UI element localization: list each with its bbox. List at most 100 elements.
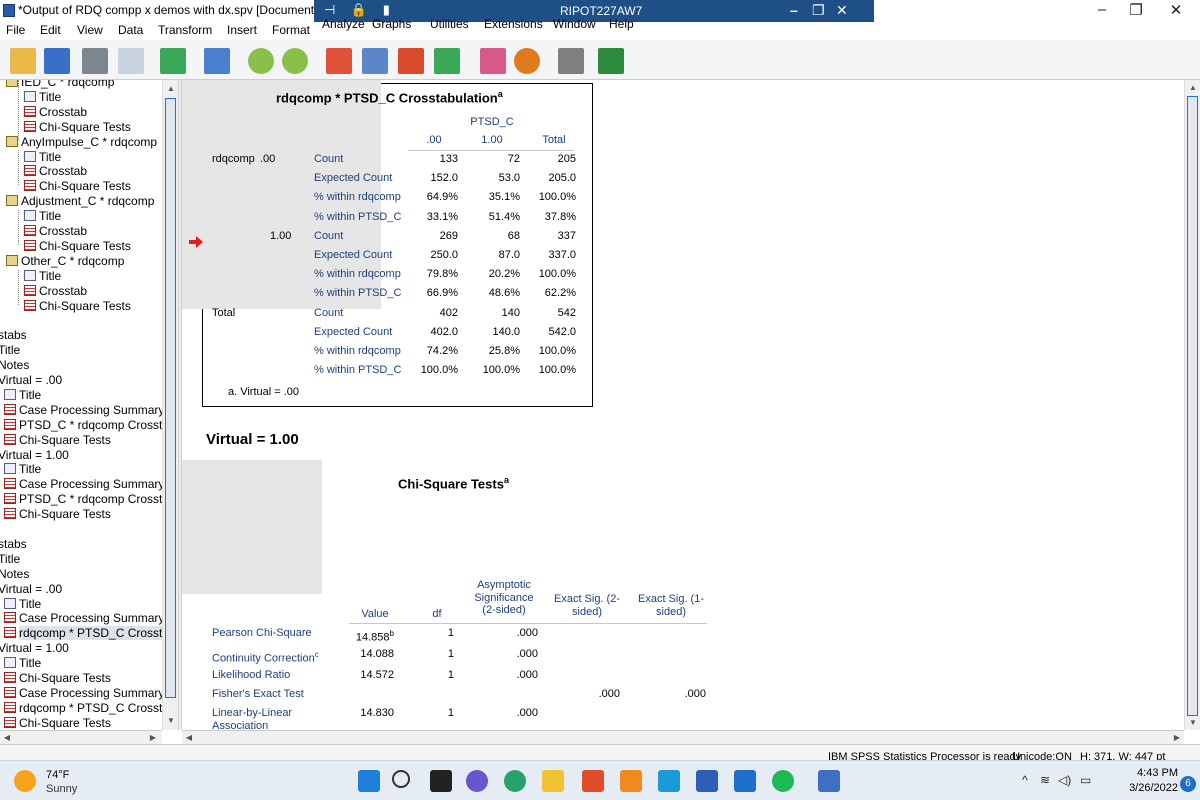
outline-node[interactable]: Crosstab [24,164,87,179]
outline-node[interactable]: Chi-Square Tests [24,120,131,135]
outline-node[interactable]: Chi-Square Tests [24,299,131,314]
notification-badge[interactable]: 6 [1180,776,1196,792]
task-view-icon[interactable] [430,770,452,792]
scroll-down-icon[interactable]: ▼ [164,714,178,728]
outline-node[interactable]: Title [0,552,20,567]
menu-view[interactable]: View [77,23,103,37]
outline-node[interactable]: PTSD_C * rdqcomp Crosstab [4,418,165,433]
file-explorer-icon[interactable] [542,770,564,792]
menu-file[interactable]: File [6,23,25,37]
outline-node[interactable]: Chi-Square Tests [4,671,111,686]
outline-node[interactable]: AnyImpulse_C * rdqcomp [6,135,157,150]
weather-description[interactable]: Sunny [46,783,77,795]
remote-close-icon[interactable]: ✕ [836,2,848,19]
outline-node[interactable]: Crosstab [24,224,87,239]
restore-icon[interactable]: ❐ [1122,1,1150,19]
menu-edit[interactable]: Edit [40,23,61,37]
outline-node[interactable]: rdqcomp * PTSD_C Crosstab [4,626,165,641]
outline-node[interactable]: Virtual = .00 [0,582,62,597]
outline-node[interactable]: PTSD_C * rdqcomp Crosstab [4,492,165,507]
outline-node[interactable]: Notes [0,358,29,373]
outline-scroll-thumb[interactable] [165,98,176,698]
clock-time[interactable]: 4:43 PM [1118,767,1178,779]
outline-node[interactable]: Title [24,150,61,165]
redo-icon[interactable] [282,48,308,74]
menu-window[interactable]: Window [553,17,596,31]
add-icon[interactable] [598,48,624,74]
outline-node[interactable]: stabs [0,537,27,552]
outline-node[interactable]: Case Processing Summary [4,403,164,418]
run-script-icon[interactable] [514,48,540,74]
outline-node[interactable]: Title [24,209,61,224]
volume-icon[interactable]: ◁) [1058,773,1071,787]
outline-scroll-left-icon[interactable]: ◀ [0,731,14,745]
outline-node[interactable]: Title [0,343,20,358]
word-icon[interactable] [696,770,718,792]
remote-bar-icons[interactable]: ⊣ 🔒 ▮ [324,2,396,18]
outline-node[interactable]: Title [4,597,41,612]
menu-transform[interactable]: Transform [158,23,212,37]
goto-case-icon[interactable] [362,48,388,74]
clock-date[interactable]: 3/26/2022 [1110,782,1178,794]
outline-node[interactable]: stabs [0,328,27,343]
remote-restore-icon[interactable]: ❐ [812,2,825,19]
menu-data[interactable]: Data [118,23,143,37]
edge-icon[interactable] [504,770,526,792]
remote-minimize-icon[interactable]: – [790,2,798,18]
goto-data-icon[interactable] [326,48,352,74]
menu-analyze[interactable]: Analyze [322,17,365,31]
outline-node[interactable]: Crosstab [24,105,87,120]
tray-chevron-icon[interactable]: ^ [1022,773,1028,787]
outline-node[interactable]: Title [4,462,41,477]
outline-node[interactable]: Other_C * rdqcomp [6,254,124,269]
menu-help[interactable]: Help [609,17,634,31]
outline-node[interactable]: Title [4,656,41,671]
print-preview-icon[interactable] [118,48,144,74]
scroll-up-icon[interactable]: ▲ [164,82,178,96]
outline-scrollbar[interactable]: ▲ ▼ [162,80,178,730]
outline-node[interactable]: Chi-Square Tests [4,507,111,522]
battery-icon[interactable]: ▭ [1080,773,1091,787]
menu-extensions[interactable]: Extensions [484,17,543,31]
menu-utilities[interactable]: Utilities [430,17,469,31]
goto-variable-icon[interactable] [398,48,424,74]
outline-node[interactable]: Virtual = 1.00 [0,448,69,463]
outline-node[interactable]: Virtual = .00 [0,373,62,388]
variables-icon[interactable] [434,48,460,74]
content-scroll-down-icon[interactable]: ▼ [1186,716,1200,730]
outline-hscrollbar[interactable]: ◀ ▶ [0,730,162,744]
outline-node[interactable]: Adjustment_C * rdqcomp [6,194,154,209]
photos-icon[interactable] [658,770,680,792]
content-scroll-right-icon[interactable]: ▶ [1170,731,1184,745]
outline-node[interactable]: Case Processing Summary [4,611,164,626]
save-icon[interactable] [44,48,70,74]
content-scroll-thumb[interactable] [1187,96,1198,716]
outline-node[interactable]: Crosstab [24,284,87,299]
outline-node[interactable]: Chi-Square Tests [24,179,131,194]
content-scroll-left-icon[interactable]: ◀ [182,731,196,745]
designate-window-icon[interactable] [480,48,506,74]
outline-node[interactable]: Case Processing Summary [4,686,164,701]
chi-square-table[interactable]: Chi-Square Testsa Value df Asymptotic Signi… [182,460,742,730]
stickies-icon[interactable] [620,770,642,792]
outline-node[interactable]: Virtual = 1.00 [0,641,69,656]
outline-node[interactable]: Title [4,388,41,403]
outline-scroll-right-icon[interactable]: ▶ [146,731,160,745]
outline-node[interactable]: Chi-Square Tests [24,239,131,254]
crosstab-table[interactable]: rdqcomp * PTSD_C Crosstabulationa PTSD_C… [182,80,602,410]
weather-sun-icon[interactable] [14,770,36,792]
outline-node[interactable]: rdqcomp * PTSD_C Crosstab [4,701,165,716]
print-icon[interactable] [82,48,108,74]
show-all-icon[interactable] [558,48,584,74]
minimize-icon[interactable]: – [1088,1,1116,18]
outline-node[interactable]: Chi-Square Tests [4,716,111,730]
close-icon[interactable]: ✕ [1162,1,1190,19]
teams-chat-icon[interactable] [466,770,488,792]
outline-node[interactable]: Title [24,90,61,105]
outline-pane[interactable]: IED_C * rdqcomp Title Crosstab Chi-Square T… [0,80,165,730]
outline-node[interactable]: Case Processing Summary [4,477,164,492]
wifi-icon[interactable]: ≋ [1040,773,1050,787]
content-scrollbar[interactable]: ▲ ▼ [1184,80,1200,730]
start-icon[interactable] [358,770,380,792]
weather-temperature[interactable]: 74°F [46,769,69,781]
